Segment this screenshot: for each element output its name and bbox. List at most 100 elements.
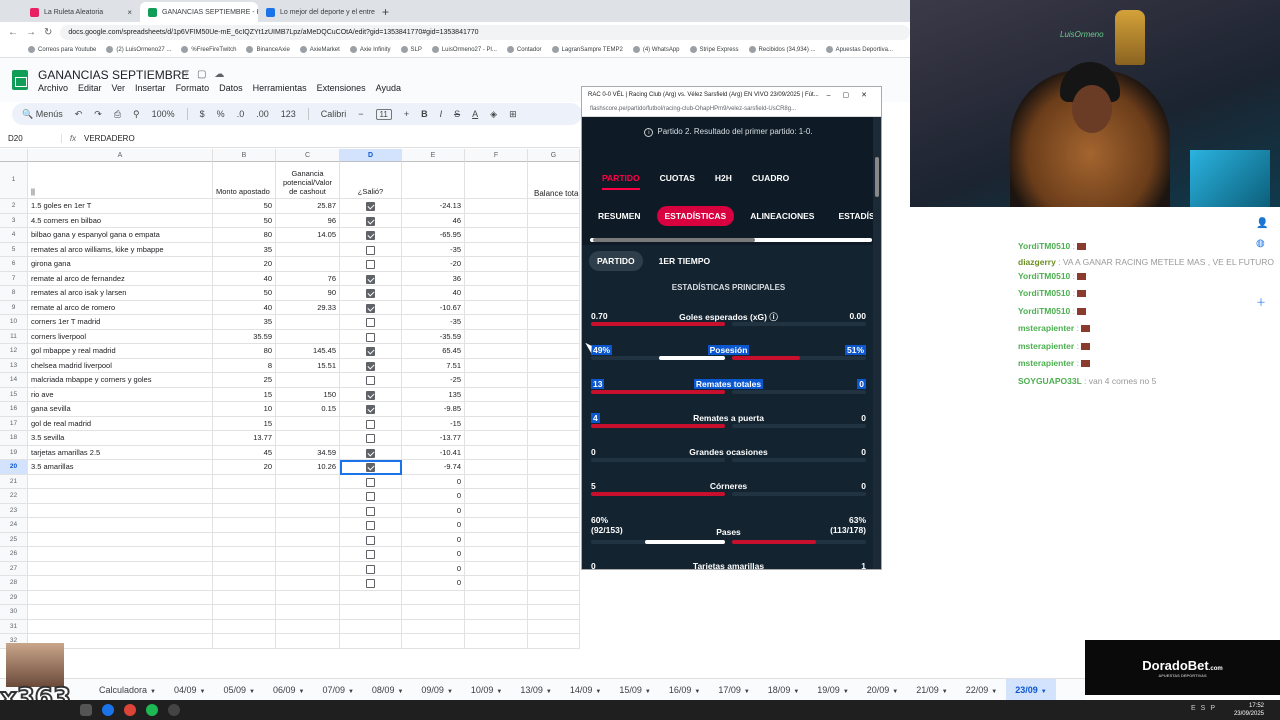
cell-empty[interactable] — [465, 547, 528, 562]
cell-result[interactable] — [340, 503, 402, 518]
row-number[interactable]: 4 — [0, 228, 28, 243]
row-number[interactable]: 21 — [0, 474, 28, 489]
chevron-down-icon[interactable]: ▼ — [843, 689, 849, 695]
chevron-down-icon[interactable]: ▼ — [200, 689, 206, 695]
row-number[interactable]: 2 — [0, 199, 28, 214]
cell-potential[interactable] — [276, 503, 340, 518]
cell-empty[interactable] — [465, 503, 528, 518]
cell-balance[interactable]: 0 — [402, 576, 465, 591]
cell-empty[interactable] — [528, 503, 580, 518]
header-cell[interactable]: Monto apostado — [213, 162, 276, 199]
cell-empty[interactable] — [465, 445, 528, 460]
cell-empty[interactable] — [465, 474, 528, 489]
chevron-down-icon[interactable]: ▼ — [744, 689, 750, 695]
strikethrough-icon[interactable]: S — [454, 109, 460, 119]
period-tab[interactable]: PARTIDO — [589, 251, 643, 271]
column-header[interactable]: C — [276, 149, 340, 162]
checkbox[interactable] — [366, 303, 375, 313]
cell-balance[interactable]: -35.59 — [402, 329, 465, 344]
row-number[interactable]: 13 — [0, 358, 28, 373]
sheet-tab[interactable]: 15/09 ▼ — [610, 685, 659, 695]
cell-stake[interactable] — [213, 605, 276, 620]
spotify-icon[interactable] — [146, 704, 158, 716]
cell-potential[interactable]: 96 — [276, 213, 340, 228]
print-icon[interactable]: ⎙ — [114, 109, 121, 120]
checkbox[interactable] — [366, 521, 375, 531]
cell-result[interactable] — [340, 300, 402, 315]
bookmark-item[interactable]: AxieMarket — [299, 46, 340, 53]
chevron-down-icon[interactable]: ▼ — [645, 689, 651, 695]
bookmark-item[interactable]: Recibidos (34,934) ... — [748, 46, 816, 53]
cell-stake[interactable] — [213, 547, 276, 562]
checkbox[interactable] — [366, 579, 375, 589]
cell-stake[interactable]: 10 — [213, 402, 276, 417]
redo-icon[interactable]: ↷ — [94, 109, 102, 120]
cell-result[interactable] — [340, 199, 402, 214]
cell-empty[interactable] — [528, 373, 580, 388]
chevron-down-icon[interactable]: ▼ — [249, 689, 255, 695]
cell-description[interactable]: rio ave — [28, 387, 213, 402]
chevron-down-icon[interactable]: ▼ — [496, 689, 502, 695]
row-number[interactable]: 29 — [0, 590, 28, 605]
cell-empty[interactable] — [528, 228, 580, 243]
cell-empty[interactable] — [465, 242, 528, 257]
row-number[interactable]: 14 — [0, 373, 28, 388]
cell-result[interactable] — [340, 518, 402, 533]
sheets-logo-icon[interactable] — [12, 70, 28, 90]
row-number[interactable]: 12 — [0, 344, 28, 359]
cell-empty[interactable] — [465, 648, 528, 649]
row-number[interactable]: 11 — [0, 329, 28, 344]
cell-balance[interactable]: -35 — [402, 315, 465, 330]
scroll-thumb[interactable] — [593, 238, 755, 242]
chevron-down-icon[interactable]: ▼ — [595, 689, 601, 695]
cell-empty[interactable] — [528, 387, 580, 402]
obs-icon[interactable] — [168, 704, 180, 716]
cell-empty[interactable] — [528, 315, 580, 330]
sheet-tab[interactable]: 23/09 ▼ — [1006, 678, 1056, 701]
chrome-icon[interactable] — [124, 704, 136, 716]
cell-balance[interactable]: 7.51 — [402, 358, 465, 373]
cell-potential[interactable] — [276, 576, 340, 591]
cell-balance[interactable]: 0 — [402, 547, 465, 562]
chevron-down-icon[interactable]: ▼ — [991, 689, 997, 695]
cell-balance[interactable]: 0 — [402, 518, 465, 533]
cell-stake[interactable]: 20 — [213, 460, 276, 475]
cell-balance[interactable]: -9.74 — [402, 460, 465, 475]
undo-icon[interactable]: ↶ — [75, 109, 83, 120]
cell-result[interactable] — [340, 576, 402, 591]
cell-description[interactable]: 4.5 corners en bilbao — [28, 213, 213, 228]
cell-empty[interactable] — [465, 402, 528, 417]
cell-potential[interactable]: 90 — [276, 286, 340, 301]
row-number[interactable]: 3 — [0, 213, 28, 228]
row-number[interactable]: 30 — [0, 605, 28, 620]
menu-item[interactable]: Archivo — [38, 83, 68, 93]
cell-result[interactable] — [340, 431, 402, 446]
cell-description[interactable]: gana sevilla — [28, 402, 213, 417]
column-header[interactable]: B — [213, 149, 276, 162]
cell-potential[interactable] — [276, 489, 340, 504]
checkbox[interactable] — [366, 361, 375, 371]
cell-empty[interactable] — [465, 257, 528, 272]
font-size-decrease-icon[interactable]: − — [358, 109, 363, 119]
cell-empty[interactable] — [465, 271, 528, 286]
bookmark-item[interactable]: Contador — [506, 46, 542, 53]
cell-potential[interactable]: 14.05 — [276, 228, 340, 243]
cell-result[interactable] — [340, 257, 402, 272]
row-number[interactable]: 16 — [0, 402, 28, 417]
match-tab[interactable]: CUOTAS — [660, 173, 695, 190]
cell-empty[interactable] — [465, 460, 528, 475]
cell-description[interactable]: remates al arco isak y larsen — [28, 286, 213, 301]
row-number[interactable]: 19 — [0, 445, 28, 460]
cell-description[interactable]: remates al arco williams, kike y mbappe — [28, 242, 213, 257]
cell-empty[interactable] — [465, 431, 528, 446]
cell-potential[interactable] — [276, 634, 340, 649]
bookmark-item[interactable]: Stripe Express — [689, 46, 739, 53]
system-tray-icons[interactable]: ESP — [1191, 705, 1220, 712]
cell-potential[interactable] — [276, 532, 340, 547]
fill-color-icon[interactable]: ◈ — [490, 109, 497, 120]
cell-empty[interactable] — [465, 300, 528, 315]
column-header[interactable]: A — [28, 149, 213, 162]
cell-potential[interactable]: 145.45 — [276, 344, 340, 359]
row-number[interactable]: 17 — [0, 416, 28, 431]
cell-result[interactable] — [340, 344, 402, 359]
